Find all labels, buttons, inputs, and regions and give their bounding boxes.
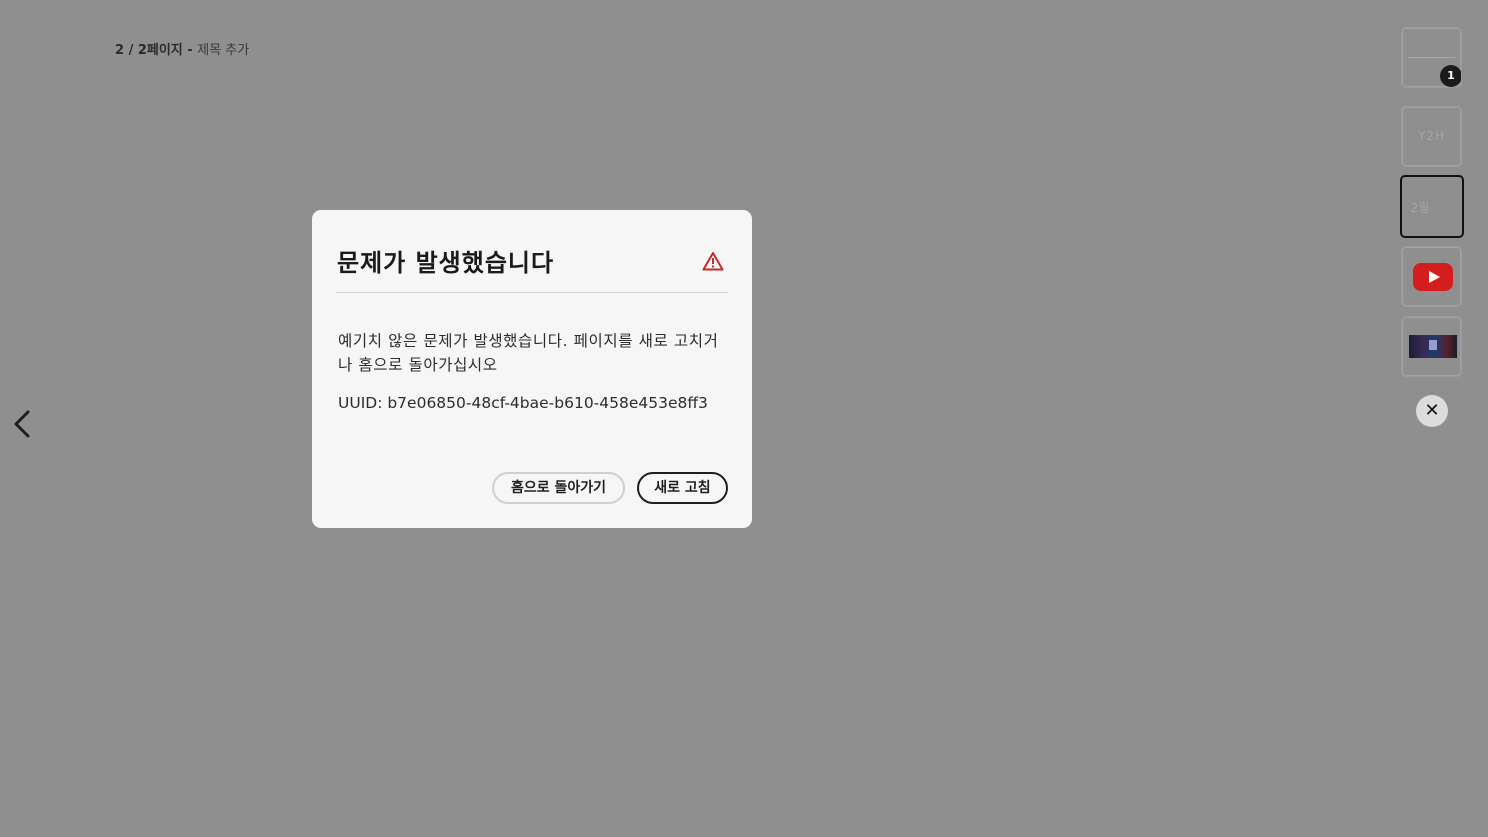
error-dialog: 문제가 발생했습니다 예기치 않은 문제가 발생했습니다. 페이지를 새로 고치… [312, 210, 752, 528]
chevron-left-icon [14, 410, 30, 438]
page-thumbnail-1[interactable]: 1 [1401, 27, 1462, 88]
youtube-icon [1413, 263, 1453, 291]
dialog-title: 문제가 발생했습니다 [337, 249, 555, 277]
close-button[interactable]: ✕ [1416, 395, 1448, 427]
page-count: 2 / 2페이지 [115, 43, 183, 58]
warning-icon [702, 252, 724, 271]
page-indicator: 2 / 2페이지 - 제목 추가 [115, 39, 249, 58]
video-thumbnail-image [1409, 335, 1457, 358]
thumbnail-rule [1408, 57, 1455, 58]
refresh-button[interactable]: 새로 고침 [637, 472, 728, 504]
previous-page-button[interactable] [8, 404, 38, 444]
thumbnail-label: 2월 [1410, 201, 1430, 215]
page-thumbnail-4[interactable] [1401, 246, 1462, 307]
page-thumbnail-2[interactable]: Y2H [1401, 106, 1462, 167]
thumbnail-label: Y2H [1418, 129, 1445, 143]
page-number-badge: 1 [1440, 65, 1461, 87]
page-title-separator: - [182, 43, 198, 58]
close-icon: ✕ [1424, 400, 1440, 421]
page-title[interactable]: 제목 추가 [197, 43, 249, 58]
thumbnail-rule [1408, 87, 1455, 88]
dialog-divider [336, 292, 728, 293]
error-message: 예기치 않은 문제가 발생했습니다. 페이지를 새로 고치거나 홈으로 돌아가십… [338, 332, 719, 374]
error-uuid: UUID: b7e06850-48cf-4bae-b610-458e453e8f… [338, 394, 708, 412]
page-thumbnail-3-selected[interactable]: 2월 [1400, 175, 1464, 238]
page-thumbnail-5[interactable] [1401, 316, 1462, 377]
go-home-button[interactable]: 홈으로 돌아가기 [492, 472, 625, 504]
